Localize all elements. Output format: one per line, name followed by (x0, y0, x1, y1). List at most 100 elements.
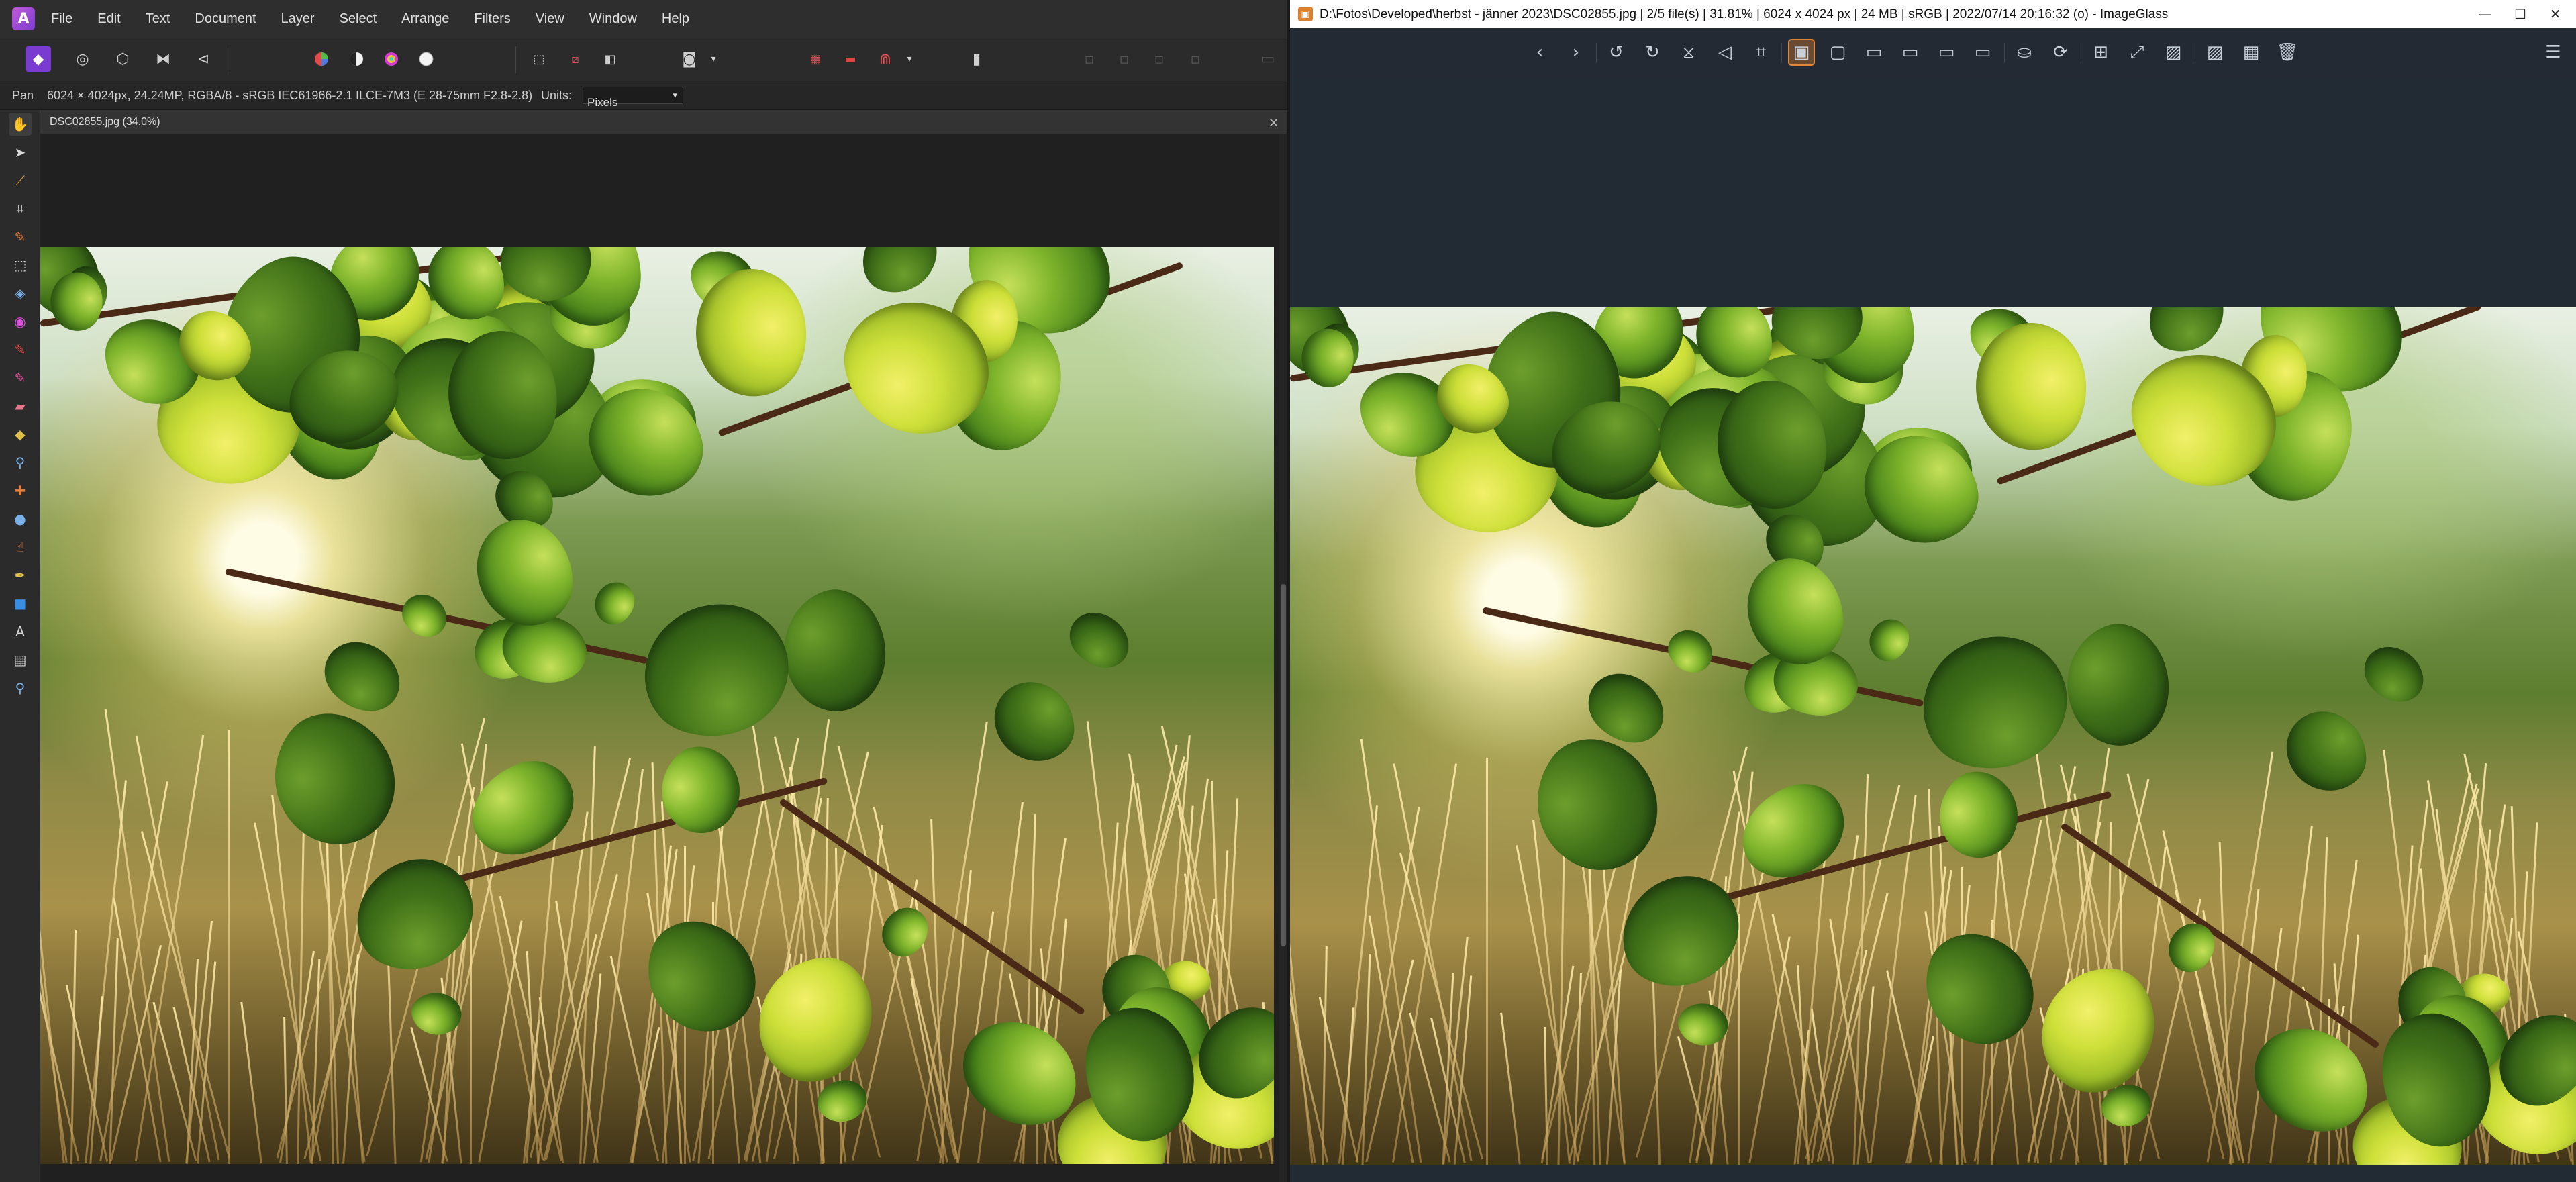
dodge-brush-tool-icon[interactable]: ◆ (9, 423, 32, 446)
gradient-tool-icon[interactable]: ◉ (9, 310, 32, 333)
color-replacement-tool-icon[interactable]: ✎ (9, 366, 32, 389)
tone-mapping-persona-icon[interactable]: ⧓ (150, 46, 176, 72)
assistant-icon[interactable]: ▬ (838, 46, 863, 72)
maximize-icon[interactable]: ☐ (2505, 4, 2536, 24)
menu-select[interactable]: Select (340, 11, 377, 27)
slideshow-icon[interactable]: ⛀ (2011, 39, 2038, 66)
thumbnail-icon[interactable]: ▦ (2238, 39, 2265, 66)
zoom-tool-icon[interactable]: ⚲ (9, 677, 32, 699)
grass-strand (1516, 845, 1579, 1162)
imageglass-window: ▣ D:\Fotos\Developed\herbst - jänner 202… (1287, 0, 2576, 1182)
grass-strand (1399, 852, 1484, 1160)
grass-strand (40, 732, 65, 1163)
deselect-icon[interactable]: ⧄ (562, 46, 588, 72)
smudge-brush-tool-icon[interactable]: ☝ (9, 536, 32, 558)
lock-zoom-icon[interactable]: ▢ (1824, 39, 1851, 66)
scale-to-height-icon[interactable]: ▭ (1897, 39, 1924, 66)
image-viewer[interactable] (1290, 78, 2576, 1182)
delete-icon[interactable]: 🗑 (2274, 39, 2301, 66)
document-canvas[interactable] (40, 134, 1279, 1182)
auto-levels-icon[interactable] (309, 46, 334, 72)
select-all-icon[interactable]: ⬚ (526, 46, 552, 72)
auto-contrast-icon[interactable] (344, 46, 369, 72)
leaf (853, 247, 947, 305)
export-persona-icon[interactable]: ⊲ (191, 46, 216, 72)
units-select[interactable]: Pixels ▾ (583, 87, 683, 109)
marquee-tool-icon[interactable]: ⬚ (9, 254, 32, 277)
close-icon[interactable]: × (1268, 114, 1279, 130)
menu-window[interactable]: Window (589, 11, 637, 27)
frameless-icon[interactable]: ⤢ (2124, 39, 2150, 66)
arrange-back-icon[interactable]: ▫ (1077, 46, 1102, 72)
menu-icon[interactable]: ☰ (2540, 39, 2567, 66)
menu-filters[interactable]: Filters (474, 11, 510, 27)
crop-tool-icon[interactable]: ⌗ (9, 197, 32, 220)
menu-bar: A File Edit Text Document Layer Select A… (0, 0, 1287, 38)
flip-horizontal-icon[interactable]: ⧖ (1675, 39, 1702, 66)
menu-document[interactable]: Document (195, 11, 256, 27)
close-window-icon[interactable]: ✕ (2540, 4, 2571, 24)
scale-to-width-icon[interactable]: ▭ (1861, 39, 1887, 66)
blur-brush-tool-icon[interactable]: ● (9, 507, 32, 530)
menu-layer[interactable]: Layer (281, 11, 315, 27)
arrange-forward-icon[interactable]: ▫ (1146, 46, 1172, 72)
menu-view[interactable]: View (536, 11, 564, 27)
menu-edit[interactable]: Edit (97, 11, 120, 27)
crop-icon[interactable]: ⌗ (1748, 39, 1775, 66)
magnet-icon[interactable]: ⋒ (873, 46, 898, 72)
develop-persona-icon[interactable]: ⬡ (110, 46, 136, 72)
next-icon[interactable]: › (1563, 39, 1589, 66)
document-tab[interactable]: DSC02855.jpg (34.0%) × (40, 110, 1287, 134)
paint-brush-tool-icon[interactable]: ✎ (9, 338, 32, 361)
rotate-right-icon[interactable]: ↻ (1639, 39, 1666, 66)
current-tool-label: Pan (12, 89, 34, 102)
scale-to-fit-icon[interactable]: ▭ (1933, 39, 1960, 66)
quick-mask-icon[interactable]: ◙ (677, 46, 702, 72)
gallery-icon[interactable]: ⊞ (2087, 39, 2114, 66)
color-picker-tool-icon[interactable]: ⟋ (9, 169, 32, 192)
menu-help[interactable]: Help (662, 11, 689, 27)
selection-brush-tool-icon[interactable]: ✎ (9, 226, 32, 248)
pen-tool-icon[interactable]: ✒ (9, 564, 32, 587)
alignment-icon[interactable]: ▮ (964, 46, 989, 72)
prev-icon[interactable]: ‹ (1526, 39, 1553, 66)
photo-persona-icon[interactable]: ◆ (26, 46, 51, 72)
units-value: Pixels (587, 96, 618, 109)
leaf (2355, 634, 2434, 715)
liquify-persona-icon[interactable]: ◎ (70, 46, 95, 72)
flood-fill-tool-icon[interactable]: ◈ (9, 282, 32, 305)
mesh-warp-tool-icon[interactable]: ▦ (9, 648, 32, 671)
menu-text[interactable]: Text (146, 11, 170, 27)
view-tool-icon[interactable]: ✋ (9, 113, 32, 136)
wallpaper-icon[interactable]: ▨ (2160, 39, 2187, 66)
scale-to-fill-icon[interactable]: ▭ (1969, 39, 1996, 66)
imageglass-app-icon: ▣ (1298, 7, 1313, 21)
grass-strand (1532, 820, 1571, 1164)
arrange-front-icon[interactable]: ▫ (1183, 46, 1208, 72)
arrange-backward-icon[interactable]: ▫ (1111, 46, 1137, 72)
menu-arrange[interactable]: Arrange (401, 11, 449, 27)
move-tool-icon[interactable]: ➤ (9, 141, 32, 164)
menu-file[interactable]: File (51, 11, 72, 27)
snapping-icon[interactable]: ▦ (803, 46, 828, 72)
flip-vertical-icon[interactable]: ◁ (1712, 39, 1738, 66)
toolbar-divider (1596, 43, 1597, 63)
invert-selection-icon[interactable]: ◧ (597, 46, 623, 72)
auto-zoom-icon[interactable]: ▣ (1788, 39, 1815, 66)
affinity-logo-icon[interactable]: A (12, 7, 35, 30)
chevron-down-icon[interactable]: ▾ (897, 46, 922, 72)
minimize-icon[interactable]: — (2470, 4, 2501, 24)
rotate-left-icon[interactable]: ↺ (1603, 39, 1630, 66)
auto-white-balance-icon[interactable] (413, 46, 439, 72)
clone-brush-tool-icon[interactable]: ⚲ (9, 451, 32, 474)
scrollbar-thumb[interactable] (1281, 584, 1286, 946)
chevron-down-icon[interactable]: ▾ (701, 46, 726, 72)
text-tool-icon[interactable]: A (9, 620, 32, 643)
rectangle-tool-icon[interactable]: ■ (9, 592, 32, 615)
refresh-icon[interactable]: ⟳ (2047, 39, 2074, 66)
more-icon[interactable]: ▭ (1255, 46, 1281, 72)
erase-brush-tool-icon[interactable]: ▰ (9, 395, 32, 417)
healing-brush-tool-icon[interactable]: ✚ (9, 479, 32, 502)
auto-colors-icon[interactable] (379, 46, 404, 72)
color-picker-icon[interactable]: ▨ (2201, 39, 2228, 66)
